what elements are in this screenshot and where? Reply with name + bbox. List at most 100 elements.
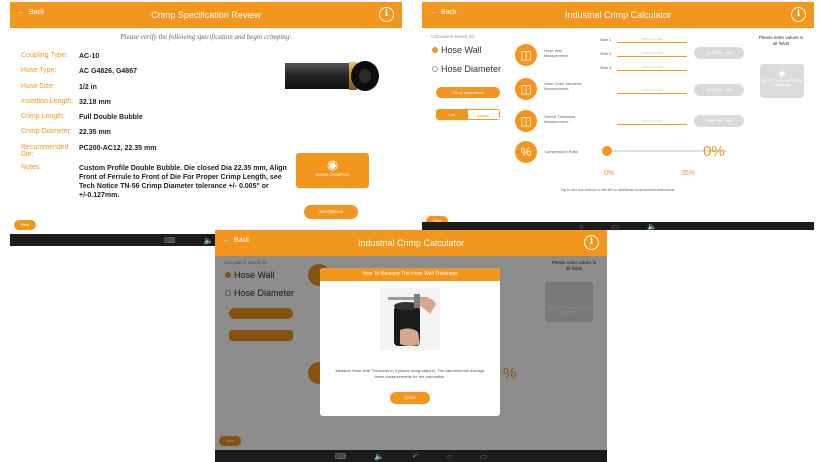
tape-button[interactable]: Enter/Tape - mm [694, 84, 744, 96]
spec-row: Crimp Length: Full Double Bubble [21, 113, 291, 122]
side-1-label: Side 1 [600, 37, 612, 42]
unit-inches[interactable]: inches [467, 109, 500, 120]
spec-row: Hose Size: 1/2 in [21, 83, 291, 92]
android-nav-bar: ⌨ 🔈 ↶ ○ ▭ [215, 450, 607, 462]
top-bar: ← Back Crimp Specification Review i [10, 2, 402, 28]
compression-value: 0% [703, 143, 725, 160]
info-icon[interactable]: i [379, 7, 394, 22]
compression-ratio-icon: % [515, 141, 537, 163]
spec-list: Coupling Type: AC-10 Hose Type: AC G4826, … [21, 52, 291, 206]
stem-diameter-input[interactable]: enter decimal [617, 88, 687, 94]
close-button[interactable]: Close [390, 392, 430, 404]
spec-row: Insertion Length: 32.18 mm [21, 98, 291, 107]
set-options-button[interactable]: Set Options [304, 205, 358, 219]
page-title: Industrial Crimp Calculator [357, 238, 465, 248]
page-title: Crimp Specification Review [151, 10, 261, 20]
measurement-label: Hose Wall Measurement [544, 48, 569, 58]
hose-fitting-image [285, 61, 379, 91]
top-bar: ← Back Industrial Crimp Calculator i [215, 230, 607, 256]
spec-key: Hose Type: [21, 67, 57, 75]
hose-wall-help-screen: ← Back Industrial Crimp Calculator i Cal… [215, 230, 607, 462]
spec-key: Recommended Die: [21, 143, 69, 158]
spec-key: Notes: [21, 164, 42, 172]
slider-max-label: 35% [681, 170, 696, 177]
crimp-instructions-button[interactable]: Crimp instructions [436, 87, 500, 98]
sleeve-thickness-icon[interactable]: ◫ [515, 110, 537, 132]
hose-wall-icon[interactable]: ◫ [515, 44, 537, 66]
radio-hose-diameter[interactable]: Hose Diameter [432, 64, 501, 74]
spec-key: Crimp Length: [21, 113, 65, 121]
spec-key: Hose Size: [21, 82, 55, 90]
radio-label: Hose Wall [441, 45, 482, 55]
side-3-label: Side 3 [600, 65, 612, 70]
radio-unselected-icon [432, 66, 438, 72]
spec-row: Hose Type: AC G4826, G4867 [21, 67, 291, 76]
spec-value: PC200-AC12, 22.35 mm [79, 144, 157, 152]
spec-value: AC G4826, G4867 [79, 68, 137, 76]
slider-min-label: 0% [604, 170, 615, 177]
nav-home-icon[interactable]: ○ [447, 452, 452, 461]
please-enter-text: Please enter values in all fields [758, 35, 804, 46]
radio-hose-wall[interactable]: Hose Wall [432, 45, 482, 55]
keyboard-icon[interactable]: ⌨ [335, 452, 347, 461]
info-icon[interactable]: i [584, 235, 599, 250]
modal-description: Measure Hose Wall Thickness in 3 places … [335, 368, 485, 379]
crimp-calculator-screen: ← Back Industrial Crimp Calculator i Cal… [422, 2, 814, 230]
crimp-spec-review-screen: ← Back Crimp Specification Review i Plea… [10, 2, 402, 246]
hose-wall-side1-input[interactable]: enter decimal [617, 37, 687, 43]
compression-slider-handle[interactable] [602, 146, 612, 156]
spec-key: Coupling Type: [21, 52, 68, 59]
spec-value: 32.18 mm [79, 98, 111, 106]
measurement-label: Stem Outer Diameter Measurement [544, 81, 582, 91]
spec-value: Full Double Bubble [79, 114, 143, 122]
android-nav-bar: ○ ▭ 🔈 [422, 222, 814, 230]
spec-value: AC-10 [79, 53, 100, 60]
select-die-label: SELECT DIE AND BEGIN CRIMPING [761, 79, 803, 87]
radio-selected-icon [432, 47, 438, 53]
tape-button[interactable]: Enter/Tape - mm [694, 115, 744, 127]
unit-mm[interactable]: mm [436, 109, 468, 120]
info-icon[interactable]: i [791, 7, 806, 22]
nav-back-icon[interactable]: ↶ [412, 452, 419, 461]
volume-icon[interactable]: 🔈 [374, 452, 384, 461]
top-bar: ← Back Industrial Crimp Calculator i [422, 2, 814, 28]
spec-row: Notes: Custom Profile Double Bubble. Die … [21, 164, 291, 200]
page-title: Industrial Crimp Calculator [564, 10, 672, 20]
caliper-measurement-image [380, 288, 440, 350]
stem-diameter-icon[interactable]: ◫ [515, 78, 537, 100]
nav-recents-icon[interactable]: ▭ [612, 222, 620, 231]
help-modal: How To Measure The Hose Wall Thickness M… [320, 268, 500, 416]
hose-wall-side2-input[interactable]: enter decimal [617, 51, 687, 57]
compression-ratio-label: Compression Ratio [544, 149, 579, 154]
spec-value: 22.35 mm [79, 129, 111, 137]
nav-home-icon[interactable]: ○ [579, 222, 584, 231]
begin-crimping-label: BEGIN CRIMPING [315, 172, 350, 177]
spec-key: Insertion Length: [21, 97, 74, 105]
nav-recents-icon[interactable]: ▭ [480, 452, 488, 461]
unit-toggle[interactable]: mm inches [436, 109, 500, 120]
calc-based-on-label: Calculation Based On [431, 34, 475, 39]
instruction-hint: Tap to and icon buttons to the left for … [560, 188, 676, 192]
volume-icon[interactable]: 🔈 [203, 236, 213, 245]
side-2-label: Side 2 [600, 51, 612, 56]
radio-label: Hose Diameter [441, 64, 502, 74]
measurement-label: Sleeve Thickness Measurement [544, 114, 576, 124]
spec-value: 1/2 in [79, 83, 97, 91]
modal-title: How To Measure The Hose Wall Thickness [320, 268, 500, 281]
help-button[interactable]: Help [14, 220, 36, 230]
hose-wall-side3-input[interactable]: enter decimal [617, 65, 687, 71]
spec-row: Recommended Die: PC200-AC12, 22.35 mm [21, 144, 291, 158]
keyboard-icon[interactable]: ⌨ [164, 236, 176, 245]
crimp-target-icon: ◉ [778, 68, 786, 78]
spec-value: Custom Profile Double Bubble. Die closed… [79, 165, 287, 200]
select-die-button[interactable]: ◉ SELECT DIE AND BEGIN CRIMPING [760, 64, 804, 98]
crimp-target-icon: ◉ [326, 157, 339, 172]
spec-key: Crimp Diameter: [21, 128, 72, 136]
sleeve-thickness-input[interactable]: enter decimal [617, 119, 687, 125]
tape-button[interactable]: Enter/Tape - mm [694, 47, 744, 59]
begin-crimping-button[interactable]: ◉ BEGIN CRIMPING [296, 153, 369, 188]
instruction-text: Please verify the following specificatio… [120, 33, 292, 41]
spec-row: Coupling Type: AC-10 [21, 52, 291, 61]
spec-row: Crimp Diameter: 22.35 mm [21, 128, 291, 137]
volume-icon[interactable]: 🔈 [647, 222, 657, 231]
